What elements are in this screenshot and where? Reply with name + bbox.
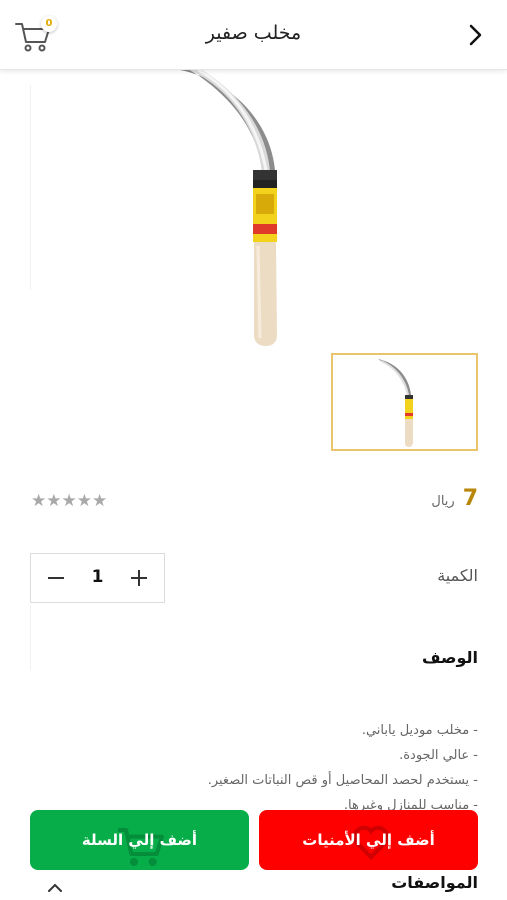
plus-icon [131, 570, 147, 586]
description-line: - عالي الجودة. [399, 748, 478, 763]
add-to-cart-button[interactable]: أضف إلي السلة [30, 810, 249, 870]
quantity-stepper: 1 [30, 553, 165, 603]
quantity-label: الكمية [437, 566, 478, 585]
quantity-increase-button[interactable] [123, 562, 155, 594]
add-to-wishlist-button[interactable]: أضف إلي الأمنيات [259, 810, 478, 870]
rating-stars: ★★★★★ [31, 491, 108, 511]
price-value: 7 [462, 486, 478, 511]
description-text: - مخلب موديل ياباني. - عالي الجودة. - يس… [38, 718, 478, 818]
image-divider [30, 85, 31, 290]
chevron-up-icon [48, 883, 62, 892]
description-line: - يستخدم لحصد المحاصيل أو قص النباتات ال… [207, 773, 478, 788]
page-title: مخلب صفير [205, 22, 302, 44]
description-title: الوصف [421, 648, 478, 667]
app-header: 0 مخلب صفير [0, 0, 507, 70]
add-to-cart-label: أضف إلي السلة [81, 831, 198, 849]
section-divider [30, 605, 31, 670]
product-rating[interactable]: ★★★★★ [31, 492, 107, 510]
back-button[interactable] [461, 20, 491, 50]
add-to-wishlist-label: أضف إلي الأمنيات [302, 831, 435, 849]
scroll-up-button[interactable] [44, 880, 66, 896]
product-thumbnail[interactable] [331, 353, 478, 451]
description-line: - مخلب موديل ياباني. [361, 723, 478, 738]
product-price: 7 ريال [431, 486, 478, 511]
product-main-image [30, 68, 477, 350]
chevron-right-icon [469, 24, 482, 46]
price-currency: ريال [431, 494, 455, 509]
specifications-title: المواصفات [391, 873, 478, 892]
